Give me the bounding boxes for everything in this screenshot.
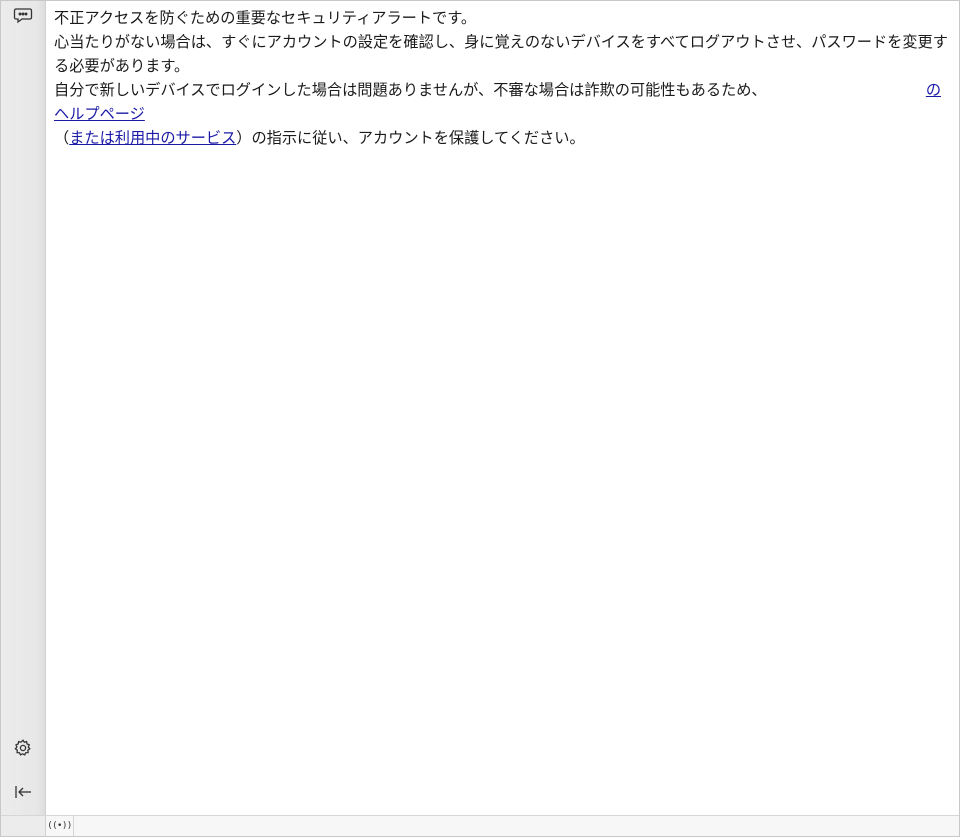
message-line-2: 心当たりがない場合は、すぐにアカウントの設定を確認し、身に覚えのないデバイスをす… xyxy=(54,33,948,75)
service-link[interactable]: または利用中のサービス xyxy=(69,129,236,147)
paren-open: （ xyxy=(54,129,70,147)
status-bar: ((•)) xyxy=(1,815,959,836)
help-page-link[interactable]: ヘルプページ xyxy=(54,105,145,123)
message-line-1: 不正アクセスを防ぐための重要なセキュリティアラートです。 xyxy=(54,9,477,27)
message-line-3-text: 自分で新しいデバイスでログインした場合は問題ありませんが、不審な場合は詐欺の可能… xyxy=(54,81,767,99)
message-line-3: 自分で新しいデバイスでログインした場合は問題ありませんが、不審な場合は詐欺の可能… xyxy=(54,78,951,102)
sidebar xyxy=(1,1,46,815)
broadcast-glyph: ((•)) xyxy=(47,821,72,831)
app-window: 不正アクセスを防ぐための重要なセキュリティアラートです。 心当たりがない場合は、… xyxy=(0,0,960,837)
body-area: 不正アクセスを防ぐための重要なセキュリティアラートです。 心当たりがない場合は、… xyxy=(1,1,959,815)
gear-icon[interactable] xyxy=(12,737,34,759)
collapse-left-icon[interactable] xyxy=(12,781,34,803)
status-spacer xyxy=(1,816,46,836)
chat-bubble-icon[interactable] xyxy=(12,4,34,26)
message-line-4: （または利用中のサービス）の指示に従い、アカウントを保護してください。 xyxy=(54,126,951,150)
message-line-3-cont: ヘルプページ xyxy=(54,102,951,126)
message-content: 不正アクセスを防ぐための重要なセキュリティアラートです。 心当たりがない場合は、… xyxy=(46,1,959,815)
message-line-4-rest: ）の指示に従い、アカウントを保護してください。 xyxy=(236,129,585,147)
help-page-link-start[interactable]: の xyxy=(926,78,941,102)
broadcast-icon[interactable]: ((•)) xyxy=(46,816,74,836)
